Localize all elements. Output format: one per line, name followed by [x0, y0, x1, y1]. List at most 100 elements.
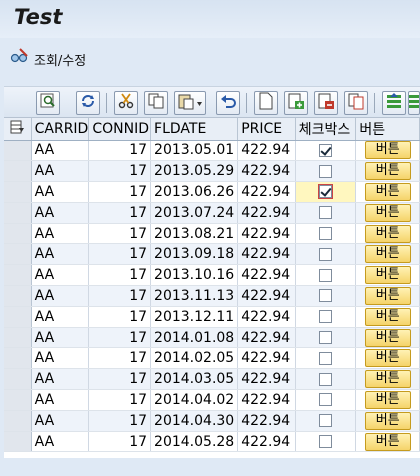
header-row: CARRID CONNID FLDATE PRICE 체크박스 버튼	[4, 118, 420, 141]
row-checkbox[interactable]	[319, 164, 333, 178]
table-row[interactable]: AA 17 2013.05.29 422.94 버튼	[4, 160, 420, 183]
row-button[interactable]: 버튼	[364, 245, 411, 264]
cell-button: 버튼	[355, 202, 420, 224]
row-checkbox[interactable]	[319, 414, 333, 428]
row-button[interactable]: 버튼	[364, 370, 411, 389]
table-row[interactable]: AA 17 2014.04.30 422.94 버튼	[4, 410, 420, 432]
row-button[interactable]: 버튼	[364, 182, 411, 201]
cell-checkbox	[295, 243, 357, 266]
table-row[interactable]: AA 17 2014.03.05 422.94 버튼	[4, 368, 420, 391]
cell-price: 422.94	[237, 160, 296, 183]
table-row[interactable]: AA 17 2013.12.11 422.94 버튼	[4, 306, 420, 328]
table-row[interactable]: AA 17 2013.07.24 422.94 버튼	[4, 202, 420, 224]
copy-row-button[interactable]	[344, 91, 368, 115]
row-selector[interactable]	[4, 347, 32, 370]
column-header-carrid[interactable]: CARRID	[31, 118, 90, 141]
row-button[interactable]: 버튼	[364, 162, 411, 181]
row-checkbox[interactable]	[319, 310, 333, 324]
sort-descending-button[interactable]	[408, 91, 420, 115]
row-selector[interactable]	[4, 264, 32, 287]
cell-connid: 17	[88, 410, 152, 432]
row-selector[interactable]	[4, 140, 32, 162]
row-selector[interactable]	[4, 431, 32, 453]
row-button[interactable]: 버튼	[364, 286, 411, 305]
cell-button: 버튼	[355, 410, 420, 432]
row-checkbox[interactable]	[318, 184, 334, 200]
column-header-connid[interactable]: CONNID	[88, 118, 152, 141]
edit-mode-label: 조회/수정	[34, 53, 87, 69]
row-button[interactable]: 버튼	[364, 349, 411, 368]
row-selector[interactable]	[4, 181, 32, 203]
cell-connid: 17	[88, 243, 152, 266]
row-checkbox[interactable]	[319, 331, 333, 345]
refresh-button[interactable]	[76, 91, 100, 115]
table-row[interactable]: AA 17 2014.01.08 422.94 버튼	[4, 327, 420, 349]
row-button[interactable]: 버튼	[364, 328, 411, 347]
row-button[interactable]: 버튼	[364, 411, 411, 430]
row-selector[interactable]	[4, 410, 32, 432]
row-button[interactable]: 버튼	[364, 266, 411, 285]
column-header-checkbox[interactable]: 체크박스	[295, 118, 357, 141]
row-selector[interactable]	[4, 285, 32, 307]
toolbar-separator	[106, 93, 107, 113]
row-selector[interactable]	[4, 306, 32, 328]
table-row[interactable]: AA 17 2014.04.02 422.94 버튼	[4, 389, 420, 411]
insert-row-button[interactable]	[284, 91, 308, 115]
row-button[interactable]: 버튼	[364, 203, 411, 222]
sort-descending-icon	[409, 92, 419, 114]
edit-mode-button[interactable]: 조회/수정	[10, 48, 87, 69]
cell-carrid: AA	[31, 389, 90, 411]
cell-carrid: AA	[31, 140, 90, 162]
undo-button[interactable]	[216, 91, 240, 115]
row-checkbox[interactable]	[319, 351, 333, 365]
row-button[interactable]: 버튼	[364, 390, 411, 409]
row-selector[interactable]	[4, 368, 32, 391]
row-checkbox[interactable]	[319, 393, 333, 407]
column-header-button[interactable]: 버튼	[355, 118, 420, 141]
row-selector[interactable]	[4, 160, 32, 183]
paste-button[interactable]	[174, 91, 206, 115]
row-checkbox[interactable]	[319, 372, 333, 386]
details-button[interactable]	[36, 91, 60, 115]
cell-carrid: AA	[31, 160, 90, 183]
delete-row-button[interactable]	[314, 91, 338, 115]
table-row[interactable]: AA 17 2013.11.13 422.94 버튼	[4, 285, 420, 307]
row-selector[interactable]	[4, 389, 32, 411]
table-row[interactable]: AA 17 2013.09.18 422.94 버튼	[4, 243, 420, 266]
row-selector[interactable]	[4, 223, 32, 245]
row-checkbox[interactable]	[319, 206, 333, 220]
row-checkbox[interactable]	[319, 268, 333, 282]
cell-button: 버튼	[355, 368, 420, 391]
cut-button[interactable]	[114, 91, 138, 115]
row-selector[interactable]	[4, 243, 32, 266]
table-row[interactable]: AA 17 2014.02.05 422.94 버튼	[4, 347, 420, 370]
column-header-fldate[interactable]: FLDATE	[150, 118, 239, 141]
row-checkbox[interactable]	[319, 289, 333, 303]
select-all-header[interactable]	[4, 118, 32, 141]
row-button[interactable]: 버튼	[364, 224, 411, 243]
column-header-price[interactable]: PRICE	[237, 118, 296, 141]
append-row-button[interactable]	[254, 91, 278, 115]
row-button[interactable]: 버튼	[364, 432, 411, 451]
table-row[interactable]: AA 17 2013.10.16 422.94 버튼	[4, 264, 420, 287]
cell-connid: 17	[88, 264, 152, 287]
row-button[interactable]: 버튼	[364, 307, 411, 326]
table-row[interactable]: AA 17 2013.06.26 422.94 버튼	[4, 181, 420, 203]
cell-checkbox	[295, 223, 357, 245]
row-button[interactable]: 버튼	[364, 141, 411, 160]
cell-fldate: 2013.09.18	[150, 243, 239, 266]
table-row[interactable]: AA 17 2014.05.28 422.94 버튼	[4, 431, 420, 453]
row-checkbox[interactable]	[319, 227, 333, 241]
row-selector[interactable]	[4, 202, 32, 224]
table-row[interactable]: AA 17 2013.08.21 422.94 버튼	[4, 223, 420, 245]
sort-ascending-button[interactable]	[382, 91, 406, 115]
table-row[interactable]: AA 17 2013.05.01 422.94 버튼	[4, 140, 420, 162]
row-checkbox[interactable]	[319, 247, 333, 261]
row-selector[interactable]	[4, 327, 32, 349]
copy-button[interactable]	[144, 91, 168, 115]
row-checkbox[interactable]	[319, 435, 333, 449]
cell-fldate: 2014.02.05	[150, 347, 239, 370]
details-icon	[39, 92, 57, 114]
row-checkbox[interactable]	[319, 143, 333, 157]
cell-fldate: 2014.01.08	[150, 327, 239, 349]
